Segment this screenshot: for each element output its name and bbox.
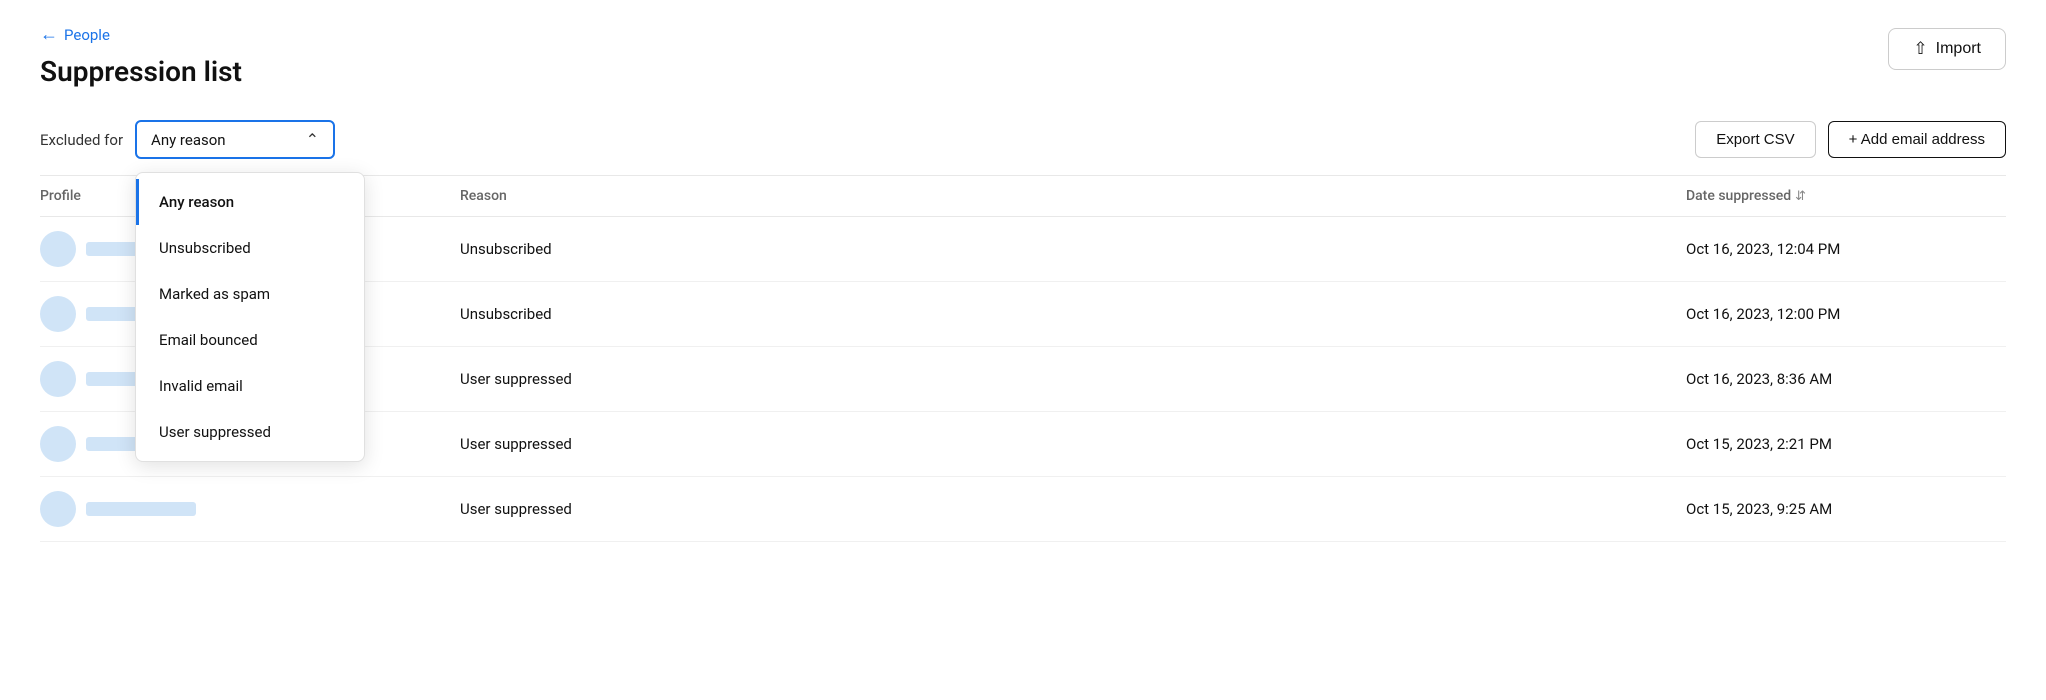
dropdown-option-user-suppressed[interactable]: User suppressed: [136, 409, 364, 455]
sort-icon[interactable]: ⇵: [1795, 189, 1806, 204]
reason-cell: User suppressed: [460, 500, 1686, 518]
import-label: Import: [1936, 40, 1981, 58]
dropdown-option-any-reason[interactable]: Any reason: [136, 179, 364, 225]
reason-dropdown[interactable]: Any reason ⌃: [135, 120, 335, 159]
dropdown-option-email-bounced[interactable]: Email bounced: [136, 317, 364, 363]
profile-cell: [40, 491, 460, 527]
avatar: [40, 296, 76, 332]
date-cell: Oct 16, 2023, 12:00 PM: [1686, 305, 2006, 323]
reason-cell: User suppressed: [460, 370, 1686, 388]
dropdown-option-marked-as-spam[interactable]: Marked as spam: [136, 271, 364, 317]
reason-cell: User suppressed: [460, 435, 1686, 453]
import-button[interactable]: ⇧ Import: [1888, 28, 2006, 70]
reason-cell: Unsubscribed: [460, 240, 1686, 258]
avatar: [40, 491, 76, 527]
excluded-for-label: Excluded for: [40, 131, 123, 149]
avatar: [40, 231, 76, 267]
add-email-button[interactable]: + Add email address: [1828, 121, 2006, 158]
toolbar-right: Export CSV + Add email address: [1695, 121, 2006, 158]
avatar: [40, 361, 76, 397]
reason-cell: Unsubscribed: [460, 305, 1686, 323]
dropdown-option-unsubscribed[interactable]: Unsubscribed: [136, 225, 364, 271]
back-arrow-icon: ←: [40, 24, 58, 45]
back-link-label: People: [64, 26, 110, 44]
date-cell: Oct 16, 2023, 12:04 PM: [1686, 240, 2006, 258]
page-container: ⇧ Import ← People Suppression list Exclu…: [0, 0, 2046, 700]
avatar: [40, 426, 76, 462]
toolbar-left: Excluded for Any reason ⌃ Any reason Uns…: [40, 120, 335, 159]
table-row: User suppressed Oct 15, 2023, 9:25 AM: [40, 477, 2006, 542]
col-date-suppressed: Date suppressed ⇵: [1686, 188, 2006, 204]
col-reason: Reason: [460, 188, 1686, 204]
dropdown-menu: Any reason Unsubscribed Marked as spam E…: [135, 172, 365, 462]
chevron-up-icon: ⌃: [306, 130, 319, 149]
export-csv-button[interactable]: Export CSV: [1695, 121, 1815, 158]
name-placeholder: [86, 502, 196, 516]
back-link[interactable]: ← People: [40, 24, 2006, 45]
date-cell: Oct 16, 2023, 8:36 AM: [1686, 370, 2006, 388]
page-title: Suppression list: [40, 55, 2006, 88]
date-cell: Oct 15, 2023, 2:21 PM: [1686, 435, 2006, 453]
date-cell: Oct 15, 2023, 9:25 AM: [1686, 500, 2006, 518]
toolbar: Excluded for Any reason ⌃ Any reason Uns…: [40, 120, 2006, 176]
upload-icon: ⇧: [1913, 39, 1927, 59]
dropdown-wrapper: Any reason ⌃ Any reason Unsubscribed Mar…: [135, 120, 335, 159]
dropdown-option-invalid-email[interactable]: Invalid email: [136, 363, 364, 409]
dropdown-selected-value: Any reason: [151, 131, 226, 149]
